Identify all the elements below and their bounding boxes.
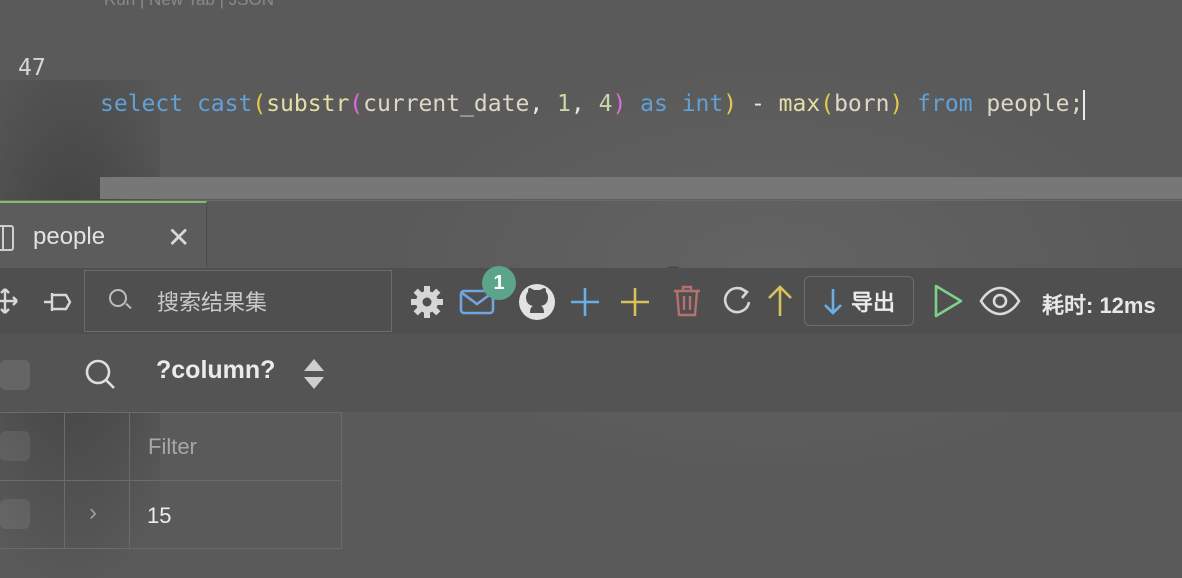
select-all-icon[interactable] xyxy=(0,358,34,392)
run-icon[interactable] xyxy=(932,283,964,319)
line-number: 47 xyxy=(18,55,46,81)
code-token: , xyxy=(570,91,599,117)
tab-people[interactable]: people ✕ xyxy=(0,201,207,269)
notification-badge: 1 xyxy=(482,266,516,300)
expand-cell[interactable]: › xyxy=(65,481,130,548)
code-token: ) xyxy=(612,91,627,117)
text-cursor xyxy=(1083,89,1086,120)
code-token: max xyxy=(778,91,821,117)
table-row[interactable]: › 15 xyxy=(0,481,342,549)
search-results-box[interactable] xyxy=(84,270,392,332)
add-row-icon[interactable] xyxy=(569,286,601,318)
search-icon xyxy=(109,289,127,307)
row-checkbox[interactable] xyxy=(0,431,30,461)
github-icon[interactable] xyxy=(517,282,557,322)
row-selector-cell[interactable] xyxy=(0,481,65,548)
code-token: as xyxy=(626,91,682,117)
code-token: int xyxy=(681,91,724,117)
row-checkbox[interactable] xyxy=(0,499,30,529)
search-input[interactable] xyxy=(155,285,379,321)
result-grid: › 15 xyxy=(0,412,342,549)
column-header-name[interactable]: ?column? xyxy=(156,356,275,385)
sql-code[interactable]: select cast(substr(current_date, 1, 4) a… xyxy=(100,86,1086,122)
code-token: , xyxy=(529,91,558,117)
gear-icon[interactable] xyxy=(410,285,444,319)
filter-input[interactable] xyxy=(146,429,330,465)
code-token: current_date xyxy=(363,91,530,117)
row-selector-cell[interactable] xyxy=(0,413,65,480)
code-token: cast xyxy=(196,91,253,117)
editor-line[interactable]: 47 select cast(substr(current_date, 1, 4… xyxy=(0,14,1182,120)
codelens-actions[interactable]: Run | New Tab | JSON xyxy=(104,0,274,10)
code-token: select xyxy=(100,91,184,117)
close-icon[interactable]: ✕ xyxy=(167,221,190,254)
tab-label: people xyxy=(33,223,106,250)
export-button[interactable]: 导出 xyxy=(804,276,914,326)
result-toolbar: 1 导出 耗时: 12ms xyxy=(0,266,1182,334)
code-token: 4 xyxy=(598,91,613,117)
sort-icon[interactable] xyxy=(303,358,325,390)
arrow-up-icon[interactable] xyxy=(766,284,794,318)
export-label: 导出 xyxy=(850,290,895,315)
code-token: 1 xyxy=(557,91,571,117)
code-token: ( xyxy=(349,91,364,117)
cell-value: 15 xyxy=(147,503,172,528)
horizontal-scrollbar[interactable] xyxy=(100,177,1182,199)
arrow-down-icon xyxy=(824,289,842,315)
filter-row xyxy=(0,412,342,481)
elapsed-time: 耗时: 12ms xyxy=(1042,293,1156,318)
code-token: ) xyxy=(889,91,904,117)
code-token: ( xyxy=(820,91,835,117)
code-token: ( xyxy=(252,91,267,117)
code-token: ) xyxy=(723,91,738,117)
expand-cell xyxy=(65,413,130,480)
code-token: born xyxy=(834,91,890,117)
refresh-icon[interactable] xyxy=(720,284,754,318)
table-icon xyxy=(0,225,14,251)
code-token: from xyxy=(903,91,987,117)
eye-icon[interactable] xyxy=(979,286,1021,316)
move-icon[interactable] xyxy=(0,286,18,316)
code-token: people; xyxy=(986,91,1084,117)
column-search-icon[interactable] xyxy=(84,358,116,390)
trash-icon[interactable] xyxy=(671,284,703,318)
code-token: substr xyxy=(266,91,350,117)
value-cell[interactable]: 15 xyxy=(130,481,342,548)
code-token: - xyxy=(737,91,779,117)
filter-cell[interactable] xyxy=(130,413,342,480)
chevron-right-icon[interactable]: › xyxy=(89,499,97,527)
add-column-icon[interactable] xyxy=(619,286,651,318)
column-header-row: ?column? xyxy=(0,334,1182,412)
pin-icon[interactable] xyxy=(42,288,74,316)
result-tab-bar: people ✕ xyxy=(0,200,1182,269)
